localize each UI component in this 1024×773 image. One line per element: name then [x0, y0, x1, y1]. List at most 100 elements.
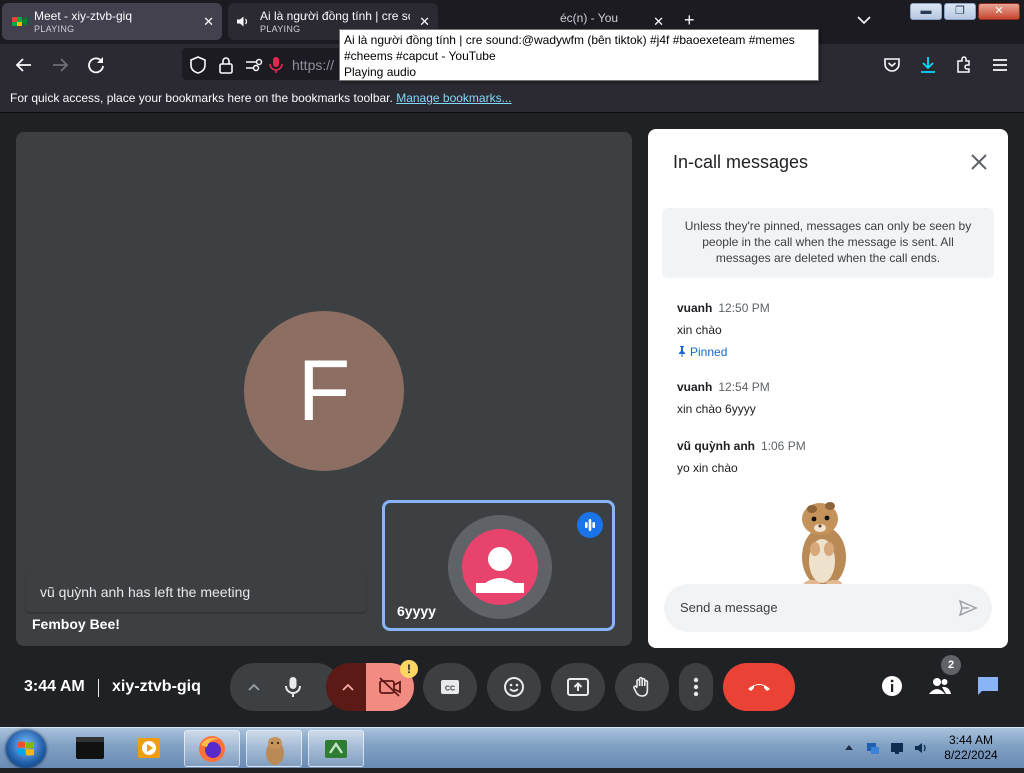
pinned-text: Pinned — [690, 345, 728, 359]
tab-tooltip: Ai là người đồng tính | cre sound:@wadyw… — [339, 29, 819, 81]
more-vert-icon — [693, 677, 699, 697]
clock-time: 3:44 AM — [948, 733, 994, 747]
chevron-up-icon — [342, 683, 354, 691]
tooltip-line: Playing audio — [344, 65, 417, 79]
tray-volume-icon[interactable] — [914, 741, 928, 755]
info-icon[interactable] — [880, 674, 904, 698]
emoji-icon — [504, 677, 524, 697]
clock-date: 8/22/2024 — [944, 748, 998, 762]
forward-icon[interactable] — [50, 55, 70, 75]
windows-logo-icon — [18, 741, 34, 756]
tooltip-line: Ai là người đồng tính | cre sound:@wadyw… — [344, 33, 795, 47]
bookmarks-toolbar: For quick access, place your bookmarks h… — [0, 85, 1024, 113]
message-input-placeholder: Send a message — [680, 600, 778, 615]
warning-badge: ! — [400, 660, 418, 678]
maximize-button[interactable]: ❐ — [944, 3, 976, 20]
message-time: 1:06 PM — [761, 439, 806, 453]
panel-title: In-call messages — [673, 152, 809, 172]
tab-title: éc(n) - You — [560, 11, 619, 25]
close-tab-icon[interactable]: ✕ — [653, 14, 664, 30]
taskbar-app-hamster-window[interactable] — [246, 730, 302, 767]
microphone-active-icon[interactable] — [266, 55, 286, 75]
pinned-label[interactable]: Pinned — [677, 345, 770, 359]
windows-taskbar: 3:44 AM 8/22/2024 — [0, 727, 1024, 768]
meet-stage: F vũ quỳnh anh has left the meeting Femb… — [0, 113, 1024, 727]
back-icon[interactable] — [14, 55, 34, 75]
tooltip-line: #cheems #capcut - YouTube — [344, 49, 496, 63]
reload-icon[interactable] — [86, 55, 106, 75]
avatar — [462, 529, 538, 605]
in-call-messages-panel: In-call messages Unless they're pinned, … — [648, 129, 1008, 648]
microphone-icon — [285, 677, 301, 697]
taskbar-app-tool[interactable] — [308, 730, 364, 767]
message-sender: vuanh — [677, 301, 713, 315]
message-input[interactable]: Send a message — [664, 584, 992, 632]
menu-icon[interactable] — [990, 55, 1010, 75]
close-icon[interactable] — [970, 153, 988, 171]
participant-tile-self[interactable]: 6yyyy — [382, 500, 615, 631]
speaking-indicator-icon — [577, 512, 603, 538]
hamster-app-icon — [266, 737, 284, 765]
more-options-button[interactable] — [679, 663, 713, 711]
close-window-button[interactable]: ✕ — [978, 3, 1020, 20]
tray-expand-icon[interactable] — [843, 741, 855, 755]
chevron-down-icon[interactable] — [855, 11, 873, 29]
raise-hand-button[interactable] — [615, 663, 669, 711]
send-icon[interactable] — [958, 598, 978, 618]
hand-icon — [633, 676, 649, 697]
new-tab-icon[interactable]: + — [684, 10, 695, 31]
tray-monitor-icon[interactable] — [890, 741, 904, 755]
emoji-button[interactable] — [487, 663, 541, 711]
message-sender: vuanh — [677, 380, 713, 394]
captions-button[interactable]: CC — [423, 663, 477, 711]
svg-text:CC: CC — [445, 686, 455, 693]
chat-message: vuanh 12:54 PM xin chào 6yyyy — [677, 380, 770, 416]
chat-icon[interactable] — [976, 674, 1000, 698]
manage-bookmarks-link[interactable]: Manage bookmarks... — [396, 91, 511, 105]
taskbar-app-terminal[interactable] — [62, 730, 118, 767]
hangup-icon — [748, 684, 770, 691]
microphone-button[interactable] — [268, 663, 318, 711]
permissions-icon[interactable] — [244, 55, 264, 75]
present-button[interactable] — [551, 663, 605, 711]
people-icon[interactable] — [928, 674, 952, 698]
meet-favicon-icon — [12, 17, 27, 26]
system-clock[interactable]: 3:44 AM 8/22/2024 — [936, 733, 1006, 763]
shield-icon[interactable] — [188, 55, 208, 75]
extensions-icon[interactable] — [954, 55, 974, 75]
chat-message: vũ quỳnh anh 1:06 PM yo xin chào — [677, 439, 806, 475]
meeting-code: xiy-ztvb-giq — [112, 678, 201, 695]
lock-icon[interactable] — [216, 55, 236, 75]
taskbar-app-media-player[interactable] — [122, 730, 178, 767]
pin-icon — [679, 346, 685, 357]
leave-call-button[interactable] — [723, 663, 795, 711]
participant-name: 6yyyy — [397, 603, 436, 619]
video-options-button[interactable] — [326, 663, 370, 711]
captions-icon: CC — [441, 680, 459, 694]
taskbar-app-firefox[interactable] — [184, 730, 240, 767]
message-sender: vũ quỳnh anh — [677, 439, 755, 453]
start-button[interactable] — [6, 730, 46, 768]
close-tab-icon[interactable]: ✕ — [203, 14, 214, 30]
pocket-icon[interactable] — [882, 55, 902, 75]
green-app-icon — [325, 740, 347, 758]
person-icon — [476, 547, 524, 593]
media-player-icon — [138, 738, 160, 758]
tab-meet[interactable]: Meet - xiy-ztvb-giq PLAYING ✕ — [2, 3, 222, 40]
hamster-sticker-icon — [796, 502, 848, 592]
download-icon[interactable] — [918, 55, 938, 75]
tab-title: Meet - xiy-ztvb-giq — [34, 9, 133, 23]
minimize-button[interactable]: ▬ — [910, 3, 942, 20]
meeting-time: 3:44 AM — [24, 678, 85, 695]
chat-message: vuanh 12:50 PM xin chào Pinned — [677, 301, 770, 359]
participant-name: Femboy Bee! — [32, 616, 120, 632]
close-tab-icon[interactable]: ✕ — [419, 14, 430, 30]
present-screen-icon — [567, 678, 589, 696]
terminal-app-icon — [76, 737, 104, 759]
chat-notice: Unless they're pinned, messages can only… — [662, 208, 994, 278]
speaker-icon — [237, 16, 248, 27]
window-controls: ▬ ❐ ✕ — [910, 3, 1020, 20]
url-text[interactable]: https:// — [292, 57, 334, 73]
participant-left-notification: vũ quỳnh anh has left the meeting — [26, 572, 366, 612]
tray-network-icon[interactable] — [866, 741, 880, 755]
